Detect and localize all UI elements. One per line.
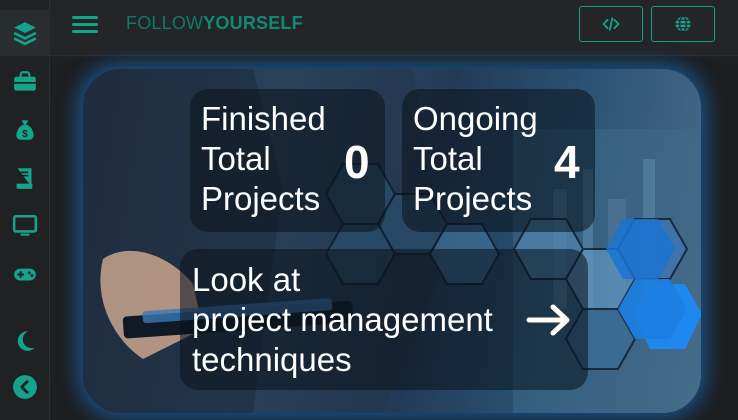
language-button[interactable] bbox=[651, 6, 715, 42]
money-bag-icon: $ bbox=[16, 120, 34, 140]
finished-label-line3: Projects bbox=[201, 180, 321, 217]
ongoing-projects-card: Ongoing Total Projects 4 bbox=[402, 89, 595, 232]
sidebar: $ bbox=[0, 0, 50, 420]
briefcase-icon bbox=[14, 71, 36, 91]
gamepad-icon bbox=[14, 268, 36, 281]
ongoing-label-line1: Ongoing bbox=[413, 100, 538, 137]
chevron-left-icon bbox=[13, 375, 37, 399]
theme-toggle[interactable] bbox=[0, 318, 50, 364]
hamburger-icon-bar bbox=[72, 30, 98, 33]
moon-icon bbox=[17, 331, 35, 351]
ongoing-label-line2: Total bbox=[413, 140, 483, 177]
cta-line1: Look at bbox=[192, 261, 301, 298]
main-content: Finished Total Projects 0 Ongoing Total … bbox=[50, 57, 738, 420]
ongoing-label-line3: Projects bbox=[413, 180, 533, 217]
hero-banner: Finished Total Projects 0 Ongoing Total … bbox=[83, 69, 701, 413]
finished-count: 0 bbox=[344, 136, 370, 188]
sidebar-item-finance[interactable]: $ bbox=[0, 107, 50, 153]
finished-label-line1: Finished bbox=[201, 100, 326, 137]
hamburger-icon-bar bbox=[72, 23, 98, 26]
finished-label-line2: Total bbox=[201, 140, 271, 177]
sidebar-item-portfolio[interactable] bbox=[0, 59, 50, 105]
sidebar-item-games[interactable] bbox=[0, 251, 50, 297]
sidebar-item-layers[interactable] bbox=[0, 10, 50, 56]
cta-line3: techniques bbox=[192, 341, 352, 378]
brand-bold: YOURSELF bbox=[203, 13, 303, 33]
sidebar-item-library[interactable] bbox=[0, 155, 50, 201]
globe-icon bbox=[675, 15, 691, 33]
book-icon bbox=[16, 168, 33, 189]
monitor-icon bbox=[12, 214, 38, 236]
sidebar-item-desktop[interactable] bbox=[0, 203, 50, 249]
code-icon bbox=[602, 17, 620, 31]
layers-icon bbox=[13, 22, 37, 46]
collapse-sidebar-button[interactable] bbox=[0, 364, 50, 410]
svg-text:$: $ bbox=[22, 129, 28, 140]
arrow-right-icon bbox=[526, 304, 570, 336]
menu-button[interactable] bbox=[72, 12, 98, 38]
source-code-button[interactable] bbox=[579, 6, 643, 42]
brand-light: FOLLOW bbox=[126, 13, 204, 33]
topbar: FOLLOWYOURSELF bbox=[50, 0, 738, 56]
project-management-link[interactable]: Look at project management techniques bbox=[180, 249, 588, 390]
cta-line2: project management bbox=[192, 301, 493, 338]
ongoing-count: 4 bbox=[554, 136, 580, 188]
hamburger-icon bbox=[72, 16, 98, 19]
finished-projects-card: Finished Total Projects 0 bbox=[190, 89, 385, 232]
brand-logo[interactable]: FOLLOWYOURSELF bbox=[126, 13, 303, 34]
